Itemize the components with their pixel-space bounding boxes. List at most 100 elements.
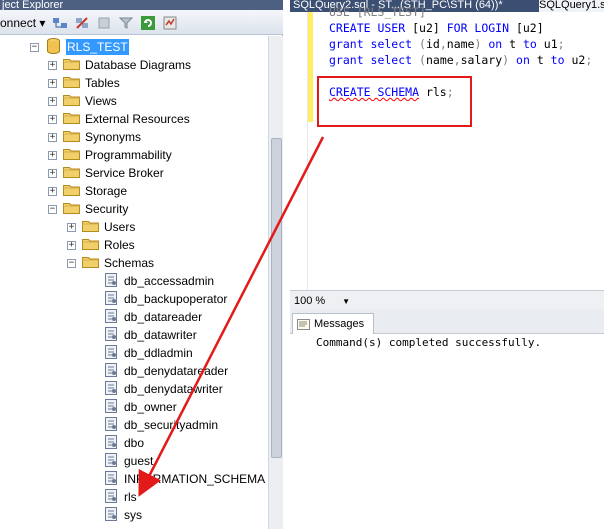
tree-item-users[interactable]: + Users: [67, 218, 136, 236]
tree-item-roles[interactable]: + Roles: [67, 236, 136, 254]
tree-item-label: db_datawriter: [124, 328, 197, 342]
expander-icon[interactable]: +: [48, 60, 57, 70]
tree-item-label: db_denydatareader: [124, 364, 229, 378]
connect-icon[interactable]: [52, 15, 68, 31]
tree-item-views[interactable]: + Views: [48, 92, 118, 110]
tree-item-db-datawriter[interactable]: db_datawriter: [104, 326, 198, 344]
expander-icon[interactable]: −: [48, 204, 57, 214]
tree-item-label: RLS_TEST: [66, 39, 129, 55]
schema-icon: [104, 416, 123, 435]
tree-item-sys[interactable]: sys: [104, 506, 143, 524]
schema-icon: [104, 272, 123, 291]
tree-item-label: Tables: [85, 76, 120, 90]
stop-icon[interactable]: [96, 15, 112, 31]
tree-item-schemas[interactable]: − Schemas: [67, 254, 155, 272]
code-line-4: grant select (name,salary) on t to u2;: [329, 53, 593, 67]
changed-lines-indicator: [308, 12, 313, 122]
refresh-icon[interactable]: [140, 15, 156, 31]
expander-icon[interactable]: −: [67, 258, 76, 268]
code-line-1: USE [RLS_TEST]: [329, 5, 426, 19]
tree-item-service-broker[interactable]: + Service Broker: [48, 164, 165, 182]
expander-icon[interactable]: +: [48, 186, 57, 196]
folder-icon: [82, 219, 103, 235]
expander-icon[interactable]: +: [48, 114, 57, 124]
tree-item-rls-test[interactable]: − RLS_TEST: [30, 37, 129, 56]
expander-icon[interactable]: +: [67, 222, 76, 232]
folder-icon: [63, 201, 84, 217]
tree-item-db-accessadmin[interactable]: db_accessadmin: [104, 272, 215, 290]
schema-icon: [104, 506, 123, 525]
tree-item-label: guest: [124, 454, 154, 468]
tree-item-label: db_denydatawriter: [124, 382, 223, 396]
tree-item-rls[interactable]: rls: [104, 488, 138, 506]
sql-editor[interactable]: USE [RLS_TEST] CREATE USER [u2] FOR LOGI…: [290, 5, 604, 290]
disconnect-icon[interactable]: [74, 15, 90, 31]
tree-item-db-securityadmin[interactable]: db_securityadmin: [104, 416, 219, 434]
scrollbar-thumb[interactable]: [271, 138, 282, 458]
tree-item-database-diagrams[interactable]: + Database Diagrams: [48, 56, 192, 74]
folder-icon: [63, 183, 84, 199]
connect-button[interactable]: onnect ▾: [0, 16, 45, 32]
zoom-dropdown[interactable]: 100 % ▼: [294, 294, 352, 308]
tree-item-label: Programmability: [85, 148, 172, 162]
tab-messages[interactable]: Messages: [292, 313, 374, 334]
activity-monitor-icon[interactable]: [162, 15, 178, 31]
tree-item-tables[interactable]: + Tables: [48, 74, 121, 92]
tree-item-db-backupoperator[interactable]: db_backupoperator: [104, 290, 228, 308]
tree-item-security[interactable]: − Security: [48, 200, 129, 218]
tree-item-db-ddladmin[interactable]: db_ddladmin: [104, 344, 194, 362]
schema-icon: [104, 452, 123, 471]
filter-icon[interactable]: [118, 15, 134, 31]
tree-item-db-denydatareader[interactable]: db_denydatareader: [104, 362, 229, 380]
tree-item-label: db_securityadmin: [124, 418, 219, 432]
expander-icon[interactable]: +: [48, 78, 57, 88]
expander-icon[interactable]: +: [48, 96, 57, 106]
tree-item-label: INFORMATION_SCHEMA: [124, 472, 266, 486]
tree-item-label: Security: [85, 202, 129, 216]
zoom-value: 100 %: [294, 295, 326, 307]
tree-item-label: db_accessadmin: [124, 274, 215, 288]
tab-sqlquery1[interactable]: SQLQuery1.s: [539, 0, 604, 12]
object-explorer-tree: − RLS_TEST + Database Diagrams + Tables + Views…: [0, 36, 268, 529]
tree-item-label: Storage: [85, 184, 128, 198]
tree-item-label: db_ddladmin: [124, 346, 193, 360]
tree-item-db-owner[interactable]: db_owner: [104, 398, 178, 416]
folder-icon: [63, 75, 84, 91]
folder-icon: [82, 237, 103, 253]
tree-item-db-datareader[interactable]: db_datareader: [104, 308, 203, 326]
schema-icon: [104, 344, 123, 363]
tree-item-label: Service Broker: [85, 166, 164, 180]
tree-item-label: Schemas: [104, 256, 155, 270]
tree-item-label: Roles: [104, 238, 135, 252]
expander-icon[interactable]: +: [48, 168, 57, 178]
folder-icon: [63, 129, 84, 145]
schema-icon: [104, 398, 123, 417]
tree-scrollbar[interactable]: [268, 36, 283, 529]
expander-icon[interactable]: +: [67, 240, 76, 250]
tree-item-guest[interactable]: guest: [104, 452, 154, 470]
schema-icon: [104, 380, 123, 399]
tree-item-label: Synonyms: [85, 130, 142, 144]
schema-icon: [104, 362, 123, 381]
object-explorer-title: ject Explorer: [0, 0, 283, 10]
schema-icon: [104, 326, 123, 345]
highlight-box: [317, 76, 472, 127]
tree-item-external-resources[interactable]: + External Resources: [48, 110, 191, 128]
tree-item-label: rls: [124, 490, 137, 504]
tree-item-synonyms[interactable]: + Synonyms: [48, 128, 142, 146]
folder-icon: [63, 147, 84, 163]
expander-icon[interactable]: +: [48, 150, 57, 160]
expander-icon[interactable]: +: [48, 132, 57, 142]
schema-icon: [104, 488, 123, 507]
tree-item-db-denydatawriter[interactable]: db_denydatawriter: [104, 380, 224, 398]
tree-item-storage[interactable]: + Storage: [48, 182, 128, 200]
tree-item-information-schema[interactable]: INFORMATION_SCHEMA: [104, 470, 266, 488]
tree-item-programmability[interactable]: + Programmability: [48, 146, 173, 164]
tree-item-label: db_backupoperator: [124, 292, 228, 306]
expander-icon[interactable]: −: [30, 42, 39, 52]
tree-item-label: Database Diagrams: [85, 58, 192, 72]
editor-margin: [290, 12, 308, 290]
folder-icon: [63, 93, 84, 109]
tree-item-label: External Resources: [85, 112, 190, 126]
tree-item-dbo[interactable]: dbo: [104, 434, 145, 452]
